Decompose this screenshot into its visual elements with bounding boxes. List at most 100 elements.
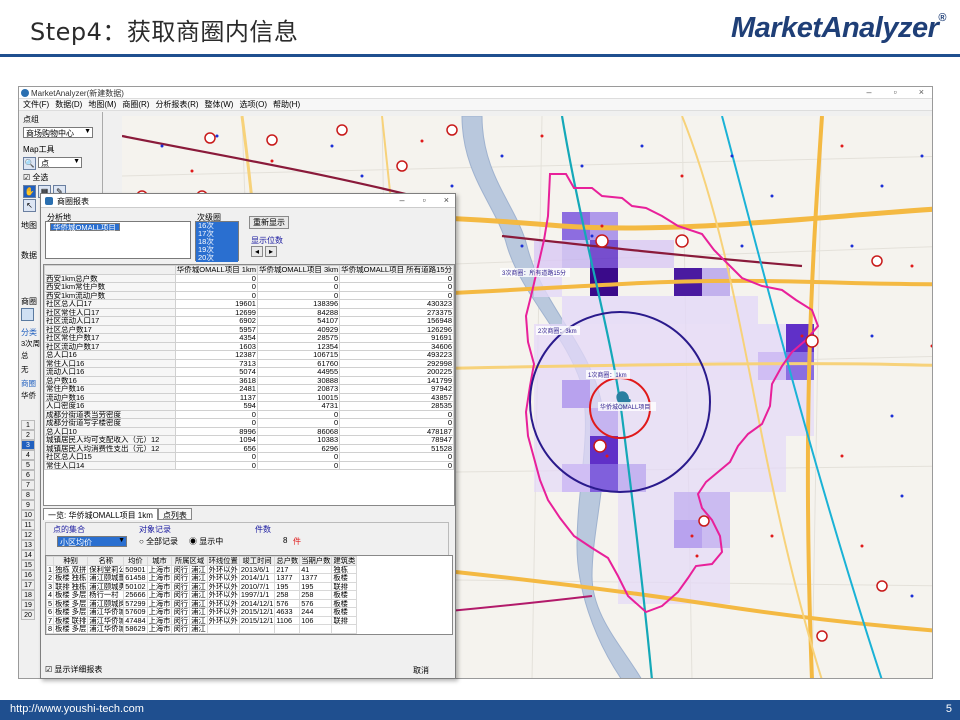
zoom-icon[interactable]: 🔍 — [23, 157, 36, 170]
ring-listbox[interactable]: 16次 17次 18次 19次 20次 — [195, 221, 239, 262]
point-row[interactable]: 3 联排 独栋 浦江颐城勇 50102 上海市 闵行 浦江 外环以外 2010/7/1 195 19… — [46, 581, 358, 591]
report-row[interactable]: 总户数16 3618 30888 141799 — [44, 375, 454, 385]
row-number[interactable]: 18 — [21, 590, 35, 600]
side-item-trade[interactable]: 商圈 — [21, 378, 36, 389]
report-row[interactable]: 社区流动人口17 6902 54107 156948 — [44, 316, 454, 326]
menu-report[interactable]: 分析报表(R) — [155, 99, 198, 110]
point-row[interactable]: 8 板楼 多层 浦江华侨城 58629 上海市 闵行 浦江 — [46, 624, 358, 634]
row-number[interactable]: 13 — [21, 540, 35, 550]
row-number[interactable]: 20 — [21, 610, 35, 620]
report-row[interactable]: 城镇居民人均消费性支出（元）12 656 6296 51528 — [44, 443, 454, 453]
report-row[interactable]: 总人口10 8996 86068 478187 — [44, 426, 454, 436]
report-row[interactable]: 成都分街道写字楼密度 0 0 0 — [44, 418, 454, 428]
grid-header-cell[interactable]: 华侨城OMALL项目 1km — [174, 265, 258, 275]
report-row[interactable]: 西安1km常住户数 0 0 0 — [44, 282, 454, 292]
point-header-cell[interactable]: 种别 — [53, 556, 89, 566]
row-number[interactable]: 1 — [21, 420, 35, 430]
row-number[interactable]: 9 — [21, 500, 35, 510]
row-number[interactable]: 16 — [21, 570, 35, 580]
row-number[interactable]: 3 — [21, 440, 35, 450]
row-number[interactable]: 15 — [21, 560, 35, 570]
side-label-category[interactable]: 分类 — [21, 327, 37, 338]
report-row[interactable]: 西安1km总户数 0 0 0 — [44, 273, 454, 283]
report-row[interactable]: 常住人口14 0 0 0 — [44, 460, 454, 470]
report-row[interactable]: 流动人口16 5074 44955 200225 — [44, 367, 454, 377]
row-number[interactable]: 14 — [21, 550, 35, 560]
pointer-icon[interactable]: ↖ — [23, 199, 36, 212]
analysis-listbox[interactable]: 华侨城OMALL项目 — [45, 221, 191, 259]
menu-data[interactable]: 数据(D) — [55, 99, 82, 110]
pan-hand-icon[interactable]: ✋ — [23, 185, 36, 198]
select-all-checkbox[interactable]: ☑ 全选 — [23, 172, 98, 183]
report-row[interactable]: 社区总人口15 0 0 0 — [44, 452, 454, 462]
row-number[interactable]: 12 — [21, 530, 35, 540]
report-row[interactable]: 社区总人口17 19601 138396 430323 — [44, 299, 454, 309]
report-row[interactable]: 常住户数16 2481 20873 97942 — [44, 384, 454, 394]
point-row[interactable]: 7 板楼 联排 浦江华侨城 47484 上海市 闵行 浦江 外环以外 2015/12/1 1106… — [46, 615, 358, 625]
point-row[interactable]: 4 板楼 多层 杨行一村 25666 上海市 闵行 浦江 外环以外 1997/1/1 258 258… — [46, 590, 358, 600]
menu-trade-area[interactable]: 商圈(R) — [122, 99, 149, 110]
footer-url[interactable]: http://www.youshi-tech.com — [10, 703, 144, 715]
side-label-trade-area[interactable]: 商圈 — [21, 296, 37, 307]
dialog-maximize-button[interactable]: ▫ — [423, 195, 426, 205]
report-row[interactable]: 总人口16 12387 106715 493223 — [44, 350, 454, 360]
side-label-map[interactable]: 地图 — [21, 220, 37, 231]
report-row[interactable]: 西安1km流动户数 0 0 0 — [44, 290, 454, 300]
increase-decimal-icon[interactable]: ▸ — [265, 246, 277, 257]
side-label-data[interactable]: 数据 — [21, 250, 37, 261]
dialog-close-button[interactable]: × — [444, 195, 449, 205]
report-grid[interactable]: 华侨城OMALL项目 1km 华侨城OMALL项目 3km 华侨城OMALL项目… — [43, 264, 455, 506]
minimize-button[interactable]: – — [867, 87, 872, 97]
side-item-none[interactable]: 无 — [21, 364, 29, 375]
radio-all-records[interactable]: ○ 全部记录 — [139, 536, 178, 547]
side-item-project[interactable]: 华侨 — [21, 390, 36, 401]
point-header-cell[interactable]: 当期户数 — [299, 556, 333, 566]
point-header-cell[interactable]: 建筑类 — [331, 556, 358, 566]
tab-overview[interactable]: 一览: 华侨城OMALL项目 1km — [43, 508, 158, 520]
tab-point-list[interactable]: 点列表 — [157, 508, 192, 520]
point-row[interactable]: 2 板楼 独栋 浦江颐城蕾 61458 上海市 闵行 浦江 外环以外 2014/1/1 1377 1… — [46, 573, 358, 583]
report-row[interactable]: 社区总户数17 5957 40929 126296 — [44, 324, 454, 334]
row-number[interactable]: 8 — [21, 490, 35, 500]
refresh-button[interactable]: 重新显示 — [249, 216, 289, 229]
point-group-select[interactable]: 商场购物中心 ▼ — [23, 127, 93, 138]
row-number[interactable]: 10 — [21, 510, 35, 520]
row-number[interactable]: 6 — [21, 470, 35, 480]
point-set-select[interactable]: 小区均价 ▼ — [57, 536, 127, 547]
point-row[interactable]: 1 独栋 双拼 保利堂莉公 50901 上海市 闵行 浦江 外环以外 2013/6/1 217 41… — [46, 564, 358, 574]
cancel-button[interactable]: 取消 — [413, 665, 429, 676]
point-header-cell[interactable]: 城市 — [146, 556, 173, 566]
point-header-cell[interactable]: 名称 — [87, 556, 125, 566]
row-number[interactable]: 19 — [21, 600, 35, 610]
report-row[interactable]: 流动户数16 1137 10015 43857 — [44, 392, 454, 402]
row-number[interactable]: 5 — [21, 460, 35, 470]
row-number[interactable]: 17 — [21, 580, 35, 590]
ring-item[interactable]: 20次 — [196, 254, 238, 262]
menu-help[interactable]: 帮助(H) — [273, 99, 300, 110]
row-number[interactable]: 2 — [21, 430, 35, 440]
side-item-total[interactable]: 总 — [21, 350, 29, 361]
radio-shown-records[interactable]: ◉ 显示中 — [189, 536, 223, 547]
menu-file[interactable]: 文件(F) — [23, 99, 49, 110]
point-header-cell[interactable]: 总户数 — [274, 556, 301, 566]
row-number[interactable]: 11 — [21, 520, 35, 530]
row-number[interactable]: 7 — [21, 480, 35, 490]
point-header-cell[interactable]: 竣工时间 — [238, 556, 276, 566]
report-row[interactable]: 成都分街道表当劳密度 0 0 0 — [44, 409, 454, 419]
grid-header-cell[interactable]: 华侨城OMALL项目 所有道路15分 — [339, 265, 454, 275]
trade-area-icon[interactable] — [21, 308, 34, 321]
map-tool-select[interactable]: 点 ▼ — [38, 157, 82, 168]
point-table[interactable]: 种别 名称 均价 城市 所属区域 环线位置 竣工时间 总户数 当期户数 建筑类 … — [45, 555, 453, 635]
point-row[interactable]: 5 板楼 多层 浦江颐城岗 57299 上海市 闵行 浦江 外环以外 2014/12/1 576 5… — [46, 598, 358, 608]
point-header-cell[interactable]: 均价 — [123, 556, 148, 566]
menu-window[interactable]: 整体(W) — [205, 99, 234, 110]
menu-options[interactable]: 选项(O) — [239, 99, 267, 110]
report-row[interactable]: 常住人口16 7313 61760 292998 — [44, 358, 454, 368]
side-item-ring[interactable]: 3次周 — [21, 338, 40, 349]
dialog-minimize-button[interactable]: – — [400, 195, 405, 205]
point-header-cell[interactable]: 环线位置 — [206, 556, 240, 566]
menu-map[interactable]: 地图(M) — [88, 99, 116, 110]
row-number[interactable]: 4 — [21, 450, 35, 460]
report-row[interactable]: 社区流动户数17 1603 12354 34606 — [44, 341, 454, 351]
point-header-cell[interactable]: 所属区域 — [171, 556, 208, 566]
